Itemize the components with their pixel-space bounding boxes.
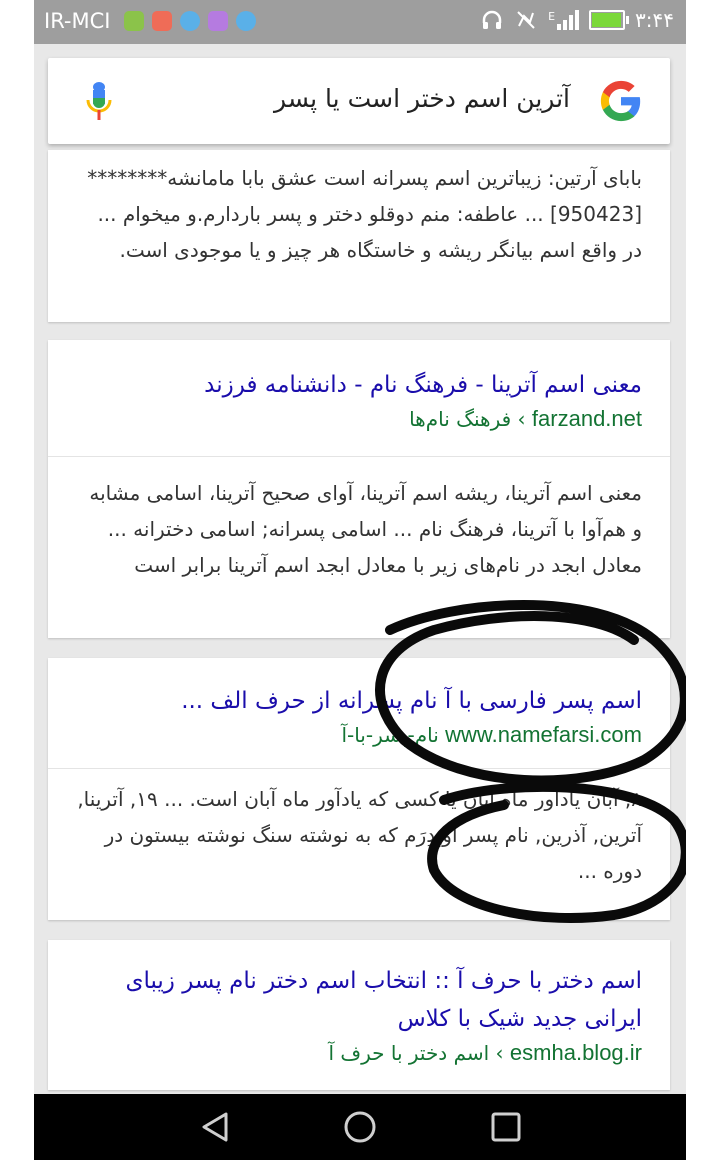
result-path: نام-پسر-با-آ bbox=[341, 723, 439, 747]
right-margin bbox=[686, 0, 720, 1160]
home-icon[interactable] bbox=[343, 1110, 377, 1144]
search-query[interactable]: آترین اسم دختر است یا پسر bbox=[274, 84, 570, 113]
clock: ۳:۴۴ bbox=[635, 8, 674, 32]
signal-icon: E bbox=[548, 10, 580, 30]
recents-icon[interactable] bbox=[489, 1110, 523, 1144]
result-snippet: بابای آرتین: زیباترین اسم پسرانه است عشق… bbox=[87, 166, 642, 262]
gallery-icon bbox=[208, 11, 228, 31]
result-card-1[interactable]: بابای آرتین: زیباترین اسم پسرانه است عشق… bbox=[48, 150, 670, 322]
result-snippet: معنی اسم آترینا، ریشه اسم آترینا، آوای ص… bbox=[89, 481, 642, 577]
battery-fill bbox=[592, 13, 621, 27]
result-card-3[interactable]: اسم پسر فارسی با آ نام پسرانه از حرف الف… bbox=[48, 658, 670, 920]
telegram-icon bbox=[180, 11, 200, 31]
battery-icon bbox=[589, 10, 630, 30]
mail-app-icon bbox=[152, 11, 172, 31]
search-box[interactable]: آترین اسم دختر است یا پسر bbox=[48, 58, 670, 144]
result-title-link[interactable]: معنی اسم آترینا - فرهنگ نام - دانشنامه ف… bbox=[48, 340, 670, 404]
navigation-bar bbox=[34, 1094, 686, 1160]
headset-app-icon bbox=[124, 11, 144, 31]
vibrate-off-icon bbox=[517, 11, 535, 29]
phone-screen: IR-MCI E ۳:۴۴ آترین اسم دختر است یا پسر … bbox=[34, 0, 686, 1160]
result-url[interactable]: farzand.net › فرهنگ نام‌ها bbox=[48, 404, 670, 434]
result-url[interactable]: www.namefarsi.com نام-پسر-با-آ bbox=[48, 720, 670, 750]
microphone-icon[interactable] bbox=[86, 82, 112, 122]
network-type-label: E bbox=[548, 10, 556, 23]
result-domain: esmha.blog.ir bbox=[509, 1040, 642, 1065]
result-url[interactable]: esmha.blog.ir › اسم دختر با حرف آ bbox=[48, 1038, 670, 1068]
notification-icons bbox=[124, 11, 256, 31]
result-card-4[interactable]: اسم دختر با حرف آ :: انتخاب اسم دختر نام… bbox=[48, 940, 670, 1090]
result-domain: farzand.net bbox=[531, 406, 642, 431]
result-snippet: ۸, آبان یادآور ماه آبان یا کسی که یادآور… bbox=[77, 787, 642, 883]
status-icons: E ۳:۴۴ bbox=[480, 8, 674, 32]
google-logo-icon[interactable] bbox=[598, 78, 644, 124]
result-path: فرهنگ نام‌ها bbox=[409, 407, 512, 431]
result-path: اسم دختر با حرف آ bbox=[328, 1041, 490, 1065]
headphones-icon bbox=[482, 10, 502, 29]
result-title-link[interactable]: اسم پسر فارسی با آ نام پسرانه از حرف الف… bbox=[48, 658, 670, 720]
left-margin bbox=[0, 0, 34, 1160]
carrier-label: IR-MCI bbox=[44, 9, 111, 33]
result-title-link[interactable]: اسم دختر با حرف آ :: انتخاب اسم دختر نام… bbox=[48, 940, 670, 1038]
back-icon[interactable] bbox=[198, 1110, 232, 1144]
result-domain: www.namefarsi.com bbox=[445, 722, 642, 747]
status-bar: IR-MCI E ۳:۴۴ bbox=[34, 0, 686, 44]
telegram-icon bbox=[236, 11, 256, 31]
result-card-2[interactable]: معنی اسم آترینا - فرهنگ نام - دانشنامه ف… bbox=[48, 340, 670, 638]
